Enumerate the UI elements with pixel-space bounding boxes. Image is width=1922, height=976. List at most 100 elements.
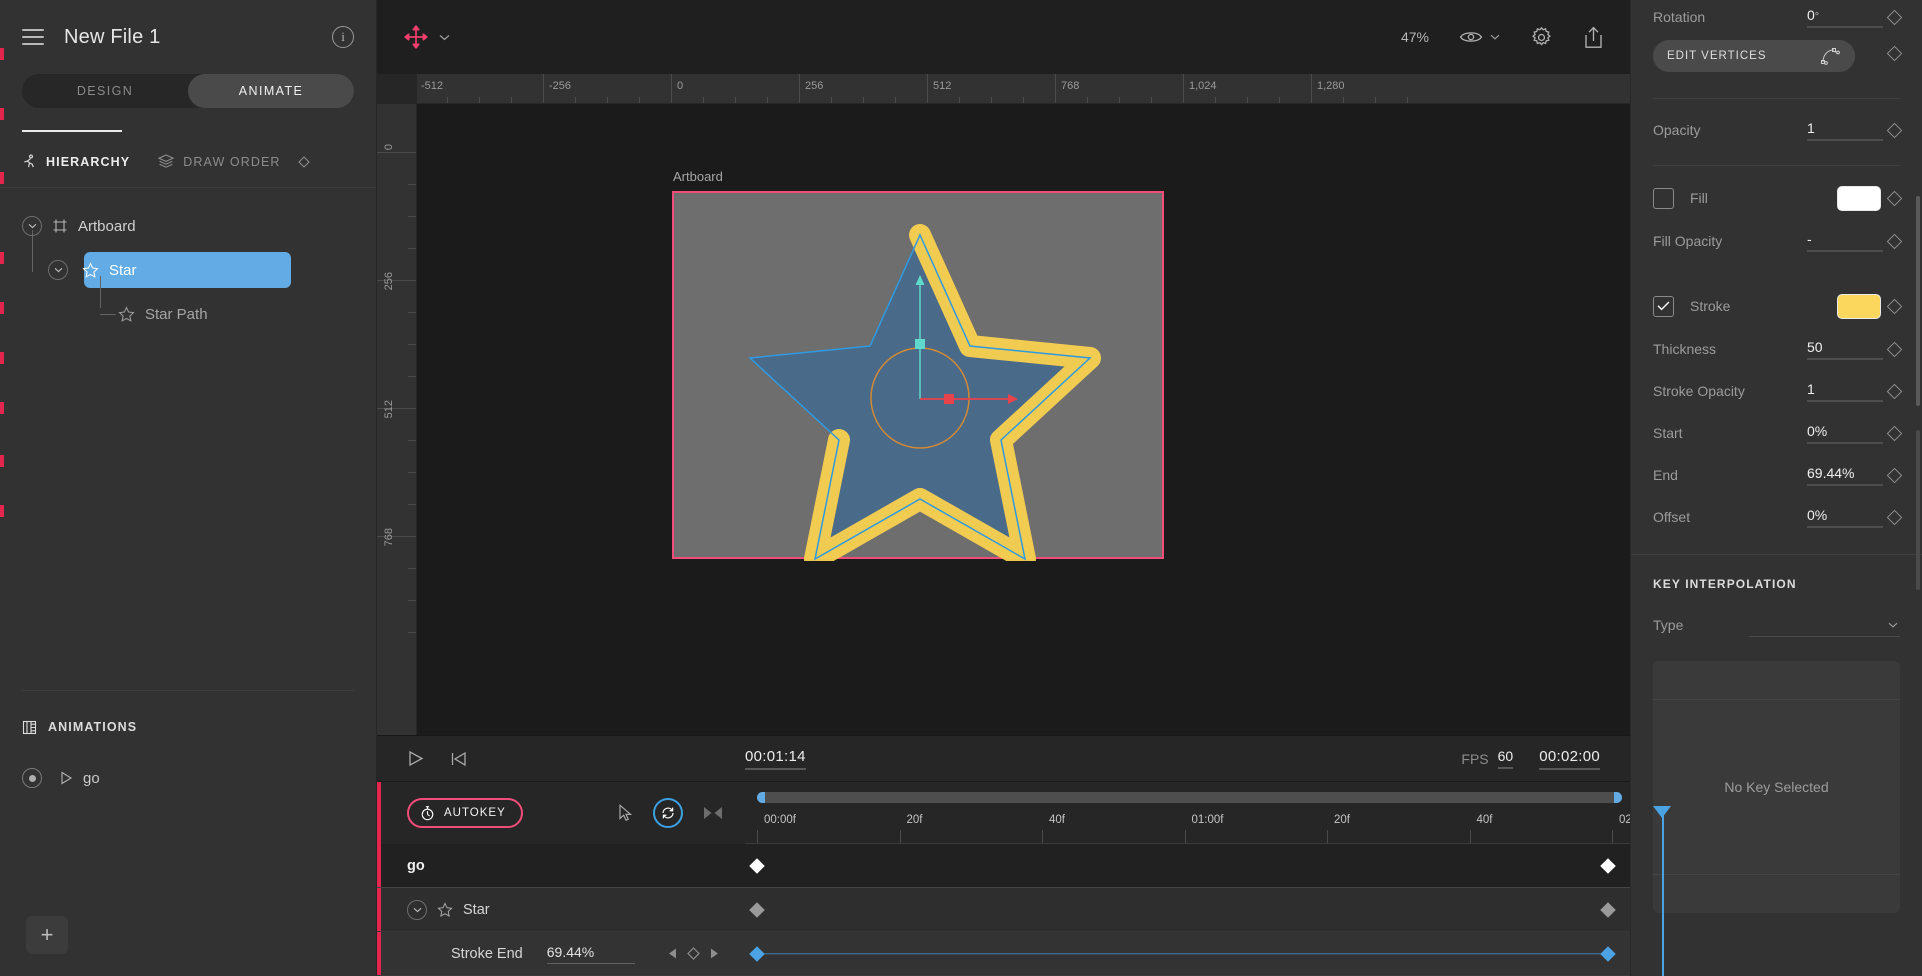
chevron-down-icon[interactable] — [1490, 34, 1500, 40]
canvas-area[interactable]: -512-25602565127681,0241,280 0256512768 … — [377, 74, 1630, 735]
keyframe-marker[interactable] — [1600, 902, 1616, 918]
playhead-line[interactable] — [1662, 808, 1664, 976]
fps-value[interactable]: 60 — [1498, 748, 1514, 769]
keyframe-diamond-icon[interactable] — [1887, 383, 1903, 399]
timeline-ruler[interactable]: 00:00f20f40f01:00f20f40f02 — [745, 812, 1630, 844]
timeline-row-track[interactable] — [745, 844, 1630, 887]
work-range-bar[interactable] — [757, 792, 1622, 803]
play-icon[interactable] — [60, 771, 73, 785]
work-range-start-handle[interactable] — [757, 792, 765, 803]
keyframe-diamond-icon[interactable] — [1887, 341, 1903, 357]
end-input[interactable]: 69.44% — [1807, 465, 1883, 486]
chevron-down-icon[interactable] — [48, 260, 68, 280]
stroke-color-swatch[interactable] — [1837, 294, 1881, 319]
ruler-minor-tick — [959, 97, 960, 103]
ruler-minor-tick — [408, 344, 416, 345]
range-icon[interactable] — [703, 806, 723, 820]
keyframe-diamond-icon[interactable] — [1887, 190, 1903, 206]
offset-input[interactable]: 0% — [1807, 507, 1883, 528]
current-time-field[interactable]: 00:01:14 — [745, 748, 806, 770]
fill-color-swatch[interactable] — [1837, 186, 1881, 211]
add-button[interactable]: + — [26, 916, 68, 954]
loop-button[interactable] — [653, 798, 683, 828]
keyframe-diamond-icon[interactable] — [1887, 233, 1903, 249]
timeline-row-property[interactable]: Stroke End 69.44% — [377, 932, 1630, 976]
animation-item-go[interactable]: go — [0, 755, 376, 801]
inspector-scrollbar[interactable] — [1916, 430, 1920, 590]
keyframe-diamond-icon[interactable] — [1887, 467, 1903, 483]
visibility-dropdown[interactable] — [1459, 29, 1500, 45]
thickness-input[interactable]: 50 — [1807, 339, 1883, 360]
keyframe-diamond-icon[interactable] — [1887, 425, 1903, 441]
record-icon[interactable] — [22, 768, 42, 788]
fps-label: FPS — [1461, 751, 1488, 767]
move-tool[interactable] — [403, 24, 450, 50]
keyframe-diamond-icon[interactable] — [1887, 45, 1903, 61]
keyframe-diamond-icon[interactable] — [1887, 122, 1903, 138]
stroke-checkbox[interactable] — [1653, 296, 1674, 317]
inspector-scrollbar[interactable] — [1916, 196, 1920, 406]
keyframe-marker[interactable] — [749, 902, 765, 918]
keyframe-diamond-icon[interactable] — [1887, 298, 1903, 314]
tab-design[interactable]: DESIGN — [22, 74, 188, 108]
chevron-down-icon[interactable] — [1888, 622, 1898, 628]
tab-draw-order[interactable]: DRAW ORDER — [158, 154, 309, 169]
vertical-ruler[interactable]: 0256512768 — [377, 74, 417, 735]
keyframe-marker[interactable] — [1600, 858, 1616, 874]
opacity-input[interactable]: 1 — [1807, 120, 1883, 141]
edit-vertices-button[interactable]: EDIT VERTICES — [1653, 40, 1855, 72]
next-keyframe-icon[interactable] — [710, 948, 719, 959]
timeline-row-track[interactable] — [745, 932, 1630, 975]
tree-item-star[interactable]: Star — [0, 248, 376, 292]
chevron-down-icon[interactable] — [439, 34, 450, 41]
horizontal-ruler[interactable]: -512-25602565127681,0241,280 — [377, 74, 1630, 104]
timeline-row-animation[interactable]: go — [377, 844, 1630, 888]
diamond-icon[interactable] — [298, 156, 310, 168]
timeline-row-object[interactable]: Star — [377, 888, 1630, 932]
panel-tabs: HIERARCHY DRAW ORDER — [0, 136, 376, 188]
start-input[interactable]: 0% — [1807, 423, 1883, 444]
timeline-property-value[interactable]: 69.44% — [547, 944, 635, 964]
menu-icon[interactable] — [22, 29, 44, 45]
keyframe-diamond-icon[interactable] — [1887, 9, 1903, 25]
tab-animate[interactable]: ANIMATE — [188, 74, 354, 108]
share-icon[interactable] — [1583, 26, 1604, 49]
tree-item-star-path[interactable]: Star Path — [0, 292, 376, 336]
cursor-icon[interactable] — [618, 804, 633, 822]
prev-keyframe-icon[interactable] — [668, 948, 677, 959]
play-icon[interactable] — [407, 750, 424, 767]
fill-checkbox[interactable] — [1653, 188, 1674, 209]
keyframe-marker[interactable] — [1600, 946, 1616, 962]
fill-opacity-input[interactable]: - — [1807, 231, 1883, 252]
jump-to-start-icon[interactable] — [450, 751, 467, 767]
divider — [1653, 98, 1900, 99]
chevron-down-icon[interactable] — [22, 216, 42, 236]
interpolation-type-select[interactable] — [1749, 613, 1900, 637]
interpolation-type-row[interactable]: Type — [1631, 603, 1922, 647]
autokey-button[interactable]: AUTOKEY — [407, 798, 523, 828]
timeline-scrub-area[interactable]: 00:00f20f40f01:00f20f40f02 — [745, 782, 1630, 844]
fps-field[interactable]: FPS 60 — [1461, 748, 1513, 769]
zoom-level[interactable]: 47% — [1401, 29, 1429, 45]
tab-hierarchy[interactable]: HIERARCHY — [22, 154, 130, 169]
keyframe-marker[interactable] — [749, 946, 765, 962]
keyframe-marker[interactable] — [749, 858, 765, 874]
duration-value[interactable]: 00:02:00 — [1539, 748, 1600, 770]
rotation-input[interactable]: 0° — [1807, 7, 1883, 28]
playhead-handle[interactable] — [1653, 806, 1671, 818]
gear-icon[interactable] — [1530, 26, 1553, 49]
keyframe-diamond-icon[interactable] — [1887, 509, 1903, 525]
timeline-row-track[interactable] — [745, 888, 1630, 931]
artboard[interactable] — [672, 191, 1164, 559]
tree-item-artboard[interactable]: Artboard — [0, 204, 376, 248]
eye-icon[interactable] — [1459, 29, 1483, 45]
add-keyframe-icon[interactable] — [687, 947, 700, 960]
chevron-down-icon[interactable] — [407, 900, 427, 920]
current-time-value[interactable]: 00:01:14 — [745, 748, 806, 770]
divider — [1653, 165, 1900, 166]
stroke-opacity-input[interactable]: 1 — [1807, 381, 1883, 402]
canvas-stage[interactable]: Artboard — [417, 104, 1630, 735]
info-icon[interactable]: i — [332, 26, 354, 48]
work-range-end-handle[interactable] — [1614, 792, 1622, 803]
move-tool-icon[interactable] — [403, 24, 429, 50]
